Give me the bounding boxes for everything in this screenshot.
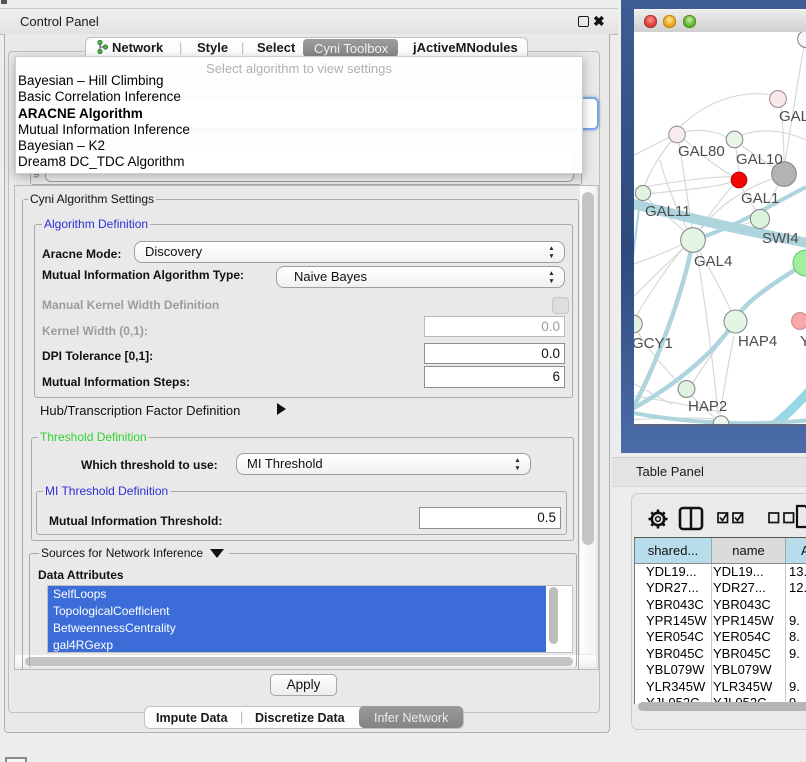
svg-text:GAL7: GAL7 [779, 108, 806, 125]
svg-text:GAL1: GAL1 [741, 190, 779, 207]
svg-text:GCY1: GCY1 [634, 335, 673, 352]
svg-text:HAP4: HAP4 [738, 333, 777, 350]
svg-text:Y: Y [800, 333, 806, 350]
svg-text:HAP2: HAP2 [688, 398, 727, 415]
svg-text:GAL80: GAL80 [678, 143, 725, 160]
svg-text:GAL4: GAL4 [694, 253, 732, 270]
svg-text:SWI4: SWI4 [762, 230, 799, 247]
svg-text:GAL11: GAL11 [645, 203, 691, 220]
svg-text:GAL10: GAL10 [736, 151, 783, 168]
